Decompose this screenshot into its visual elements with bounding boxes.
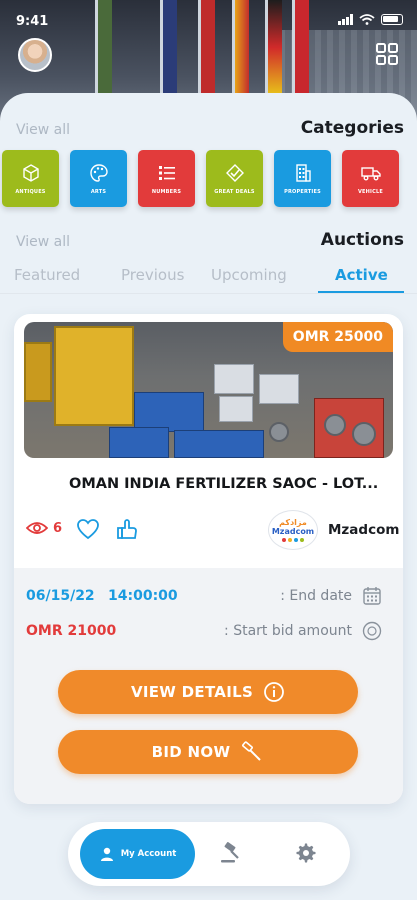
categories-title: Categories <box>300 118 404 138</box>
tag-icon <box>225 163 244 182</box>
auctions-title: Auctions <box>320 230 404 250</box>
stacked-box <box>219 396 253 422</box>
blue-crate <box>174 430 264 458</box>
end-date-label: : End date <box>280 588 352 604</box>
tab-previous[interactable]: Previous <box>121 266 184 284</box>
list-icon <box>158 165 175 180</box>
categories-list: Antiques Arts Numbers Great Deals Pr <box>2 150 417 208</box>
category-arts[interactable]: Arts <box>70 150 127 207</box>
status-icons <box>338 14 403 25</box>
view-details-label: VIEW DETAILS <box>130 683 254 701</box>
category-numbers[interactable]: Numbers <box>138 150 195 207</box>
view-details-button[interactable]: VIEW DETAILS <box>58 670 358 714</box>
seller-logo-arabic: مزادكم <box>279 518 307 527</box>
battery-icon <box>381 14 403 25</box>
logo-dots <box>282 538 304 542</box>
status-time: 9:41 <box>16 14 49 29</box>
end-date: 06/15/22 <box>26 588 95 604</box>
categories-view-all-link[interactable]: View all <box>16 122 70 138</box>
auctions-header: View all Auctions <box>0 230 417 254</box>
start-bid-label: : Start bid amount <box>224 623 352 639</box>
tabs-divider <box>0 293 417 294</box>
user-avatar[interactable] <box>18 38 52 72</box>
auction-details: 06/15/22 14:00:00 : End date OMR 21000 :… <box>14 568 403 804</box>
bottom-nav: My Account <box>68 822 350 886</box>
bid-now-button[interactable]: BID NOW <box>58 730 358 774</box>
building-icon <box>295 163 311 182</box>
scrap-part <box>352 422 376 446</box>
category-properties[interactable]: Properties <box>274 150 331 207</box>
tab-active[interactable]: Active <box>335 266 388 284</box>
end-date-row: 06/15/22 14:00:00 : End date <box>26 587 382 610</box>
nav-my-account-label: My Account <box>120 849 177 859</box>
auction-photo: OMR 25000 <box>24 322 393 458</box>
user-icon <box>100 847 113 861</box>
grid-icon[interactable] <box>375 42 399 66</box>
coin-icon <box>362 621 382 641</box>
scrap-part <box>324 414 346 436</box>
gavel-icon <box>242 741 262 761</box>
auction-title[interactable]: OMAN INDIA FERTILIZER SAOC - LOT... <box>69 476 399 492</box>
cube-icon <box>22 163 39 182</box>
wifi-icon <box>359 14 375 25</box>
seller-logo: مزادكم Mzadcom <box>268 510 318 550</box>
tab-featured[interactable]: Featured <box>14 266 80 284</box>
yellow-rack <box>24 342 52 402</box>
blue-crate <box>109 427 169 458</box>
status-bar: 9:41 <box>0 0 417 40</box>
views-number: 6 <box>53 520 63 536</box>
stacked-box <box>214 364 254 394</box>
palette-icon <box>89 163 108 182</box>
tab-upcoming[interactable]: Upcoming <box>211 266 287 284</box>
category-label: Great Deals <box>214 188 255 195</box>
category-vehicle[interactable]: Vehicle <box>342 150 399 207</box>
auctions-view-all-link[interactable]: View all <box>16 234 70 250</box>
calendar-icon <box>363 587 381 605</box>
truck-icon <box>360 166 381 180</box>
categories-header: View all Categories <box>0 118 417 142</box>
seller-logo-text: Mzadcom <box>271 527 315 536</box>
eye-icon <box>26 522 48 534</box>
blue-crate <box>134 392 204 432</box>
stacked-box <box>259 374 299 404</box>
seller-name[interactable]: Mzadcom <box>328 522 399 538</box>
category-label: Properties <box>284 188 321 195</box>
category-antiques[interactable]: Antiques <box>2 150 59 207</box>
end-time: 14:00:00 <box>108 588 178 604</box>
bid-now-label: BID NOW <box>151 743 231 761</box>
heart-icon[interactable] <box>76 518 100 540</box>
category-label: Vehicle <box>357 188 383 195</box>
category-label: Arts <box>90 188 107 195</box>
yellow-rack <box>54 326 134 426</box>
nav-my-account[interactable]: My Account <box>80 829 195 879</box>
nav-auctions-gavel-icon[interactable] <box>220 842 244 864</box>
start-bid-amount: OMR 21000 <box>26 623 117 639</box>
auction-card[interactable]: OMR 25000 OMAN INDIA FERTILIZER SAOC - L… <box>14 314 403 804</box>
auction-tabs: Featured Previous Upcoming Active <box>0 262 417 294</box>
views-count: 6 <box>26 520 62 536</box>
info-icon <box>264 682 284 702</box>
raise-hand-icon[interactable] <box>116 518 140 540</box>
signal-icon <box>338 14 353 25</box>
auction-meta: 6 مزادكم Mzadcom Mzadcom <box>26 510 399 550</box>
active-tab-indicator <box>318 291 404 293</box>
price-tag: OMR 25000 <box>282 322 393 352</box>
category-great-deals[interactable]: Great Deals <box>206 150 263 207</box>
start-bid-row: OMR 21000 : Start bid amount <box>26 621 382 645</box>
category-label: Antiques <box>15 188 46 195</box>
scrap-part <box>269 422 289 442</box>
nav-settings-gear-icon[interactable] <box>294 842 316 864</box>
category-label: Numbers <box>151 188 182 195</box>
